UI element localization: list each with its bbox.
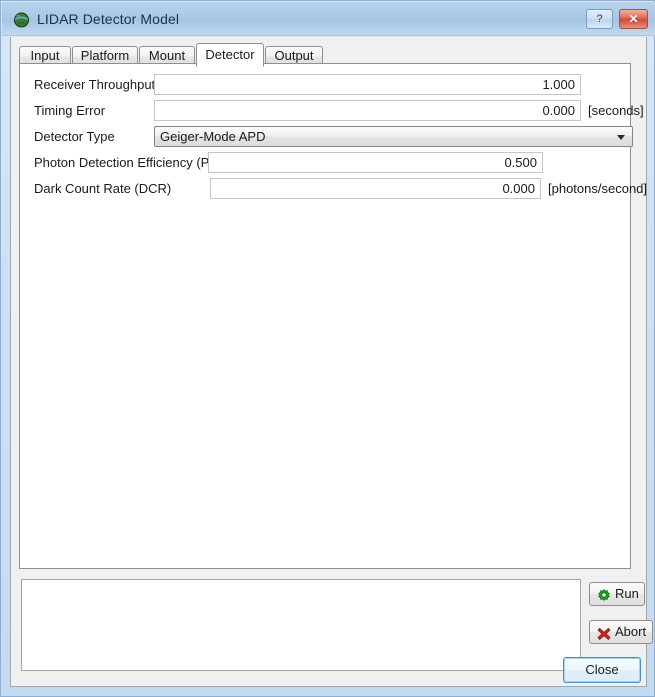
application-window: LIDAR Detector Model ? ✕ Input Platform Mo… — [0, 0, 655, 697]
field-value: 1.000 — [542, 77, 575, 92]
detector-type-select[interactable]: Geiger-Mode APD — [154, 126, 633, 147]
field-input[interactable]: 0.500 — [208, 152, 543, 173]
field-input[interactable]: 0.000 — [154, 100, 581, 121]
title-bar[interactable]: LIDAR Detector Model ? ✕ — [2, 2, 655, 36]
chevron-down-icon[interactable] — [617, 135, 625, 140]
field-label: Dark Count Rate (DCR) — [34, 181, 171, 196]
field-unit: [photons/second] — [548, 181, 647, 196]
abort-button-label: Abort — [615, 621, 646, 643]
globe-icon — [13, 11, 30, 28]
tab-label: Output — [274, 48, 313, 63]
green-gear-icon — [597, 588, 611, 602]
abort-button[interactable]: Abort — [589, 620, 653, 644]
field-unit: [seconds] — [588, 103, 644, 118]
window-close-button[interactable]: ✕ — [619, 9, 648, 29]
field-input[interactable]: 0.000 — [210, 178, 541, 199]
form-row: Timing Error0.000[seconds] — [20, 100, 630, 122]
tab-label: Platform — [81, 48, 129, 63]
field-value: 0.000 — [542, 103, 575, 118]
detector-type-value: Geiger-Mode APD — [160, 129, 266, 144]
field-label: Timing Error — [34, 103, 105, 118]
field-input[interactable]: 1.000 — [154, 74, 581, 95]
field-label: Receiver Throughput — [34, 77, 155, 92]
help-icon: ? — [596, 13, 602, 25]
close-dialog-label: Close — [585, 662, 618, 677]
field-value: 0.000 — [502, 181, 535, 196]
field-label: Detector Type — [34, 129, 115, 144]
tab-label: Detector — [205, 47, 254, 62]
close-dialog-button[interactable]: Close — [563, 657, 641, 683]
form-row: Detector Type Geiger-Mode APD — [20, 126, 630, 148]
form-row: Dark Count Rate (DCR)0.000[photons/secon… — [20, 178, 630, 200]
tab-label: Mount — [149, 48, 185, 63]
field-value: 0.500 — [504, 155, 537, 170]
form-row: Photon Detection Efficiency (PDE) 0.500 — [20, 152, 630, 174]
help-button[interactable]: ? — [586, 9, 613, 29]
form-row: Receiver Throughput 1.000 — [20, 74, 630, 96]
red-x-icon — [597, 626, 611, 640]
tab-detector[interactable]: Detector — [196, 43, 264, 67]
dialog-client-area: Input Platform Mount Detector Output Receive… — [10, 37, 647, 687]
close-icon: ✕ — [628, 12, 638, 26]
run-button-label: Run — [615, 583, 639, 605]
detector-panel: Receiver Throughput 1.000 Timing Error 0.00… — [19, 63, 631, 569]
log-output-box[interactable] — [21, 579, 581, 671]
window-title: LIDAR Detector Model — [37, 11, 179, 27]
run-button[interactable]: Run — [589, 582, 645, 606]
field-label: Photon Detection Efficiency (PDE) — [34, 155, 232, 170]
tab-label: Input — [31, 48, 60, 63]
